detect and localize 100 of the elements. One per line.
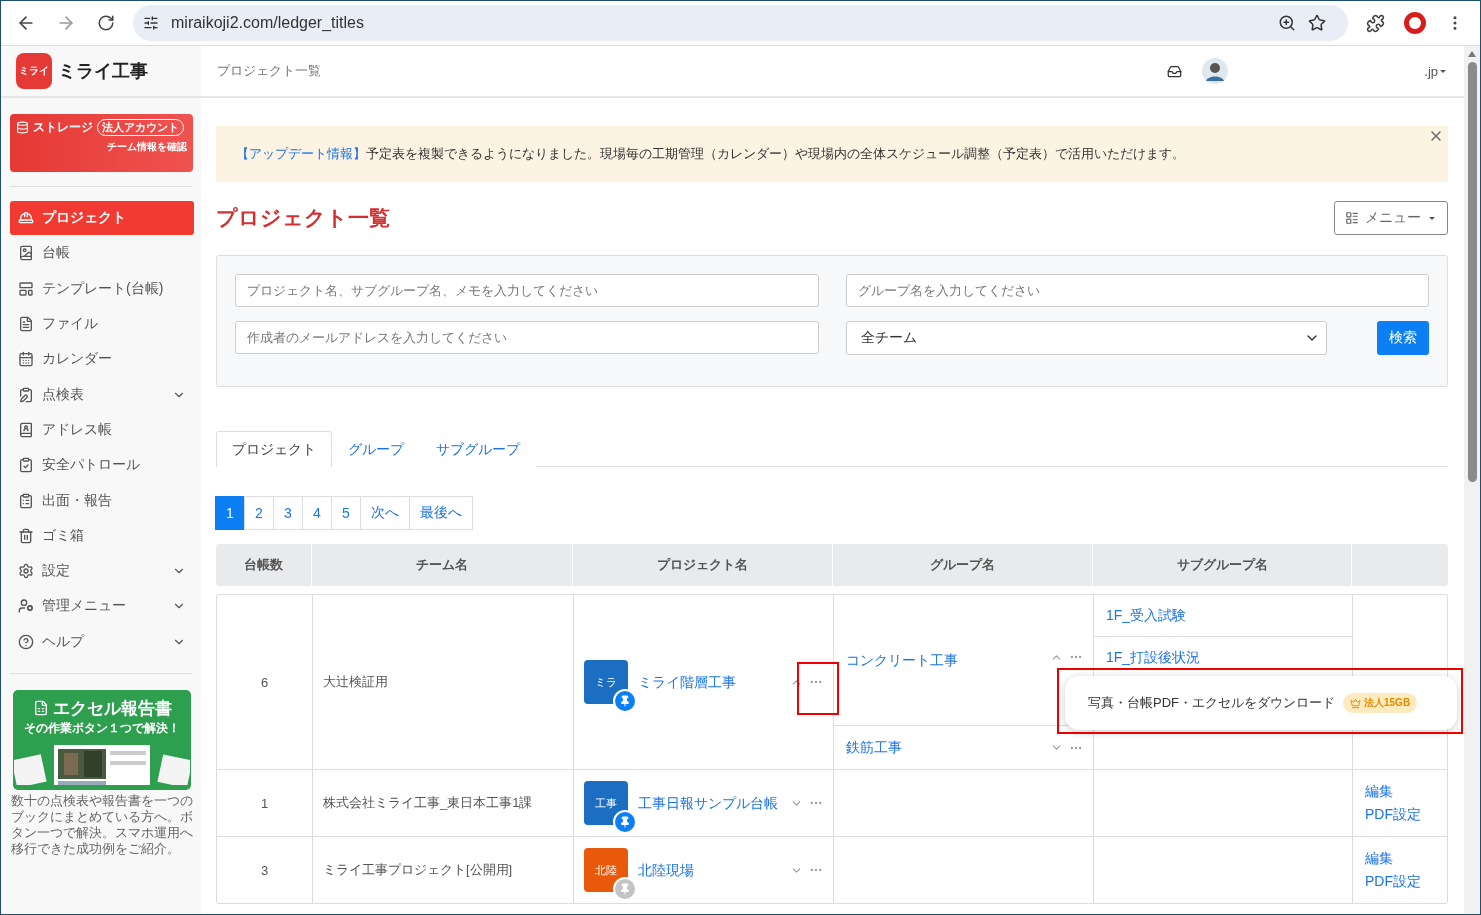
- file-icon: [18, 316, 34, 333]
- column-header: チーム名: [312, 544, 573, 586]
- column-header: グループ名: [833, 544, 1093, 586]
- sidebar-item[interactable]: 管理メニュー: [10, 589, 194, 624]
- sidebar-item[interactable]: 出面・報告: [10, 483, 194, 518]
- sidebar-item[interactable]: テンプレート(台帳): [10, 271, 194, 306]
- sidebar-item[interactable]: 設定: [10, 553, 194, 589]
- avatar[interactable]: [1202, 58, 1229, 84]
- table-cell: 1: [217, 770, 313, 836]
- table-cell: 大辻検証用: [313, 595, 574, 769]
- book-icon: [18, 245, 34, 262]
- table-cell: 6: [217, 595, 313, 769]
- storage-card[interactable]: ストレージ 法人アカウント チーム情報を確認: [10, 114, 193, 172]
- address-bar[interactable]: miraikoji2.com/ledger_titles: [133, 5, 1348, 41]
- crown-icon: [1350, 697, 1361, 709]
- project-link[interactable]: ミライ階層工事: [638, 671, 780, 693]
- clipboard-icon: [18, 492, 34, 509]
- project-search-field[interactable]: プロジェクト名、サブグループ名、メモを入力してください: [235, 274, 819, 307]
- search-button[interactable]: 検索: [1377, 321, 1429, 355]
- tab[interactable]: プロジェクト: [216, 431, 332, 467]
- subgroup-link[interactable]: 1F_打設後状況: [1106, 647, 1201, 668]
- column-header: サブグループ名: [1093, 544, 1352, 586]
- pin-toggle[interactable]: [613, 810, 637, 834]
- settings-icon: [18, 563, 34, 580]
- clipboard-icon: [18, 386, 34, 403]
- promo-title: エクセル報告書: [52, 697, 172, 720]
- pin-icon: [619, 695, 631, 707]
- reload-icon[interactable]: [97, 14, 115, 32]
- spreadsheet-icon: [32, 700, 49, 717]
- pin-toggle[interactable]: [613, 877, 637, 901]
- team-select[interactable]: 全チーム: [846, 321, 1327, 355]
- page-link[interactable]: 2: [244, 496, 274, 530]
- sidebar-item[interactable]: ファイル: [10, 306, 194, 342]
- page-link[interactable]: 次へ: [360, 496, 410, 530]
- caret-icon: [1427, 214, 1437, 222]
- action-link[interactable]: 編集: [1365, 848, 1440, 869]
- promo-banner[interactable]: エクセル報告書 その作業ボタン１つで解決！: [13, 689, 191, 790]
- group-link[interactable]: コンクリート工事: [846, 650, 1040, 671]
- user-gear-icon: [18, 598, 34, 615]
- template-icon: [18, 280, 34, 297]
- action-link[interactable]: PDF設定: [1365, 871, 1440, 892]
- table-cell: ミライ工事プロジェクト[公開用]: [313, 837, 574, 903]
- sidebar-item[interactable]: ヘルプ: [10, 624, 194, 659]
- page-link[interactable]: 最後へ: [409, 496, 473, 530]
- sidebar-item[interactable]: 台帳: [10, 236, 194, 271]
- calendar-icon: [18, 351, 34, 368]
- pin-icon: [619, 883, 631, 895]
- breadcrumb: プロジェクト一覧: [217, 62, 322, 80]
- inbox-icon[interactable]: [1167, 63, 1183, 79]
- group-link[interactable]: 鉄筋工事: [846, 737, 1040, 758]
- account-menu[interactable]: .jp: [1424, 63, 1448, 79]
- list-icon: [1345, 211, 1359, 225]
- table-cell: 株式会社ミライ工事_東日本工事1課: [313, 770, 574, 836]
- address-book-icon: [18, 421, 34, 438]
- promo-subtitle: その作業ボタン１つで解決！: [24, 719, 180, 737]
- sidebar-item[interactable]: カレンダー: [10, 342, 194, 377]
- profile-icon[interactable]: [1404, 12, 1426, 34]
- sidebar-item[interactable]: ゴミ箱: [10, 518, 194, 553]
- team-info-link[interactable]: チーム情報を確認: [107, 140, 187, 154]
- email-search-field[interactable]: 作成者のメールアドレスを入力してください: [235, 321, 819, 354]
- table-cell: 3: [217, 837, 313, 903]
- menu-button[interactable]: メニュー: [1334, 201, 1448, 235]
- sidebar-item[interactable]: アドレス帳: [10, 412, 194, 448]
- scrollbar-thumb[interactable]: [1467, 62, 1477, 482]
- logo-badge: ミライ: [16, 53, 52, 89]
- bookmark-star-icon[interactable]: [1308, 14, 1326, 32]
- page-link[interactable]: 3: [273, 496, 303, 530]
- sidebar-item[interactable]: プロジェクト: [10, 201, 194, 236]
- plan-badge-text: 法人15GB: [1364, 696, 1411, 710]
- page-link[interactable]: 4: [302, 496, 332, 530]
- page-title: プロジェクト一覧: [216, 205, 390, 231]
- column-header: プロジェクト名: [573, 544, 833, 586]
- download-menu-item[interactable]: 写真・台帳PDF・エクセルをダウンロード 法人15GB: [1065, 676, 1457, 730]
- group-search-field[interactable]: グループ名を入力してください: [846, 274, 1429, 307]
- action-link[interactable]: PDF設定: [1365, 804, 1440, 825]
- pin-toggle[interactable]: [613, 689, 637, 713]
- pin-icon: [619, 816, 631, 828]
- page-link[interactable]: 1: [215, 496, 245, 530]
- project-link[interactable]: 北陸現場: [638, 859, 780, 881]
- notice-text: 【アップデート情報】予定表を複製できるようになりました。現場毎の工期管理（カレンダー）や現場内の全体スケジュール調整（予定表）で活用いただけます。: [236, 145, 1185, 163]
- update-info-link[interactable]: 【アップデート情報】: [236, 146, 366, 161]
- sidebar-item[interactable]: 点検表: [10, 377, 194, 412]
- logo-text: ミライ工事: [58, 60, 148, 83]
- page-link[interactable]: 5: [331, 496, 361, 530]
- column-header: 台帳数: [216, 544, 312, 586]
- subgroup-link[interactable]: 1F_受入試験: [1106, 605, 1187, 626]
- extensions-icon[interactable]: [1365, 13, 1385, 33]
- storage-title: ストレージ: [33, 119, 93, 136]
- trash-icon: [18, 527, 34, 544]
- scroll-up-icon[interactable]: [1467, 50, 1477, 58]
- database-icon: [16, 121, 29, 134]
- zoom-icon[interactable]: [1278, 14, 1296, 32]
- caret-icon: [1438, 67, 1448, 75]
- sidebar-item[interactable]: 安全パトロール: [10, 448, 194, 483]
- clipboard-icon: [18, 457, 34, 474]
- site-settings-icon[interactable]: [143, 15, 159, 31]
- project-link[interactable]: 工事日報サンプル台帳: [638, 792, 780, 814]
- action-link[interactable]: 編集: [1365, 781, 1440, 802]
- highlight-frame: [797, 662, 839, 715]
- help-icon: [18, 633, 34, 650]
